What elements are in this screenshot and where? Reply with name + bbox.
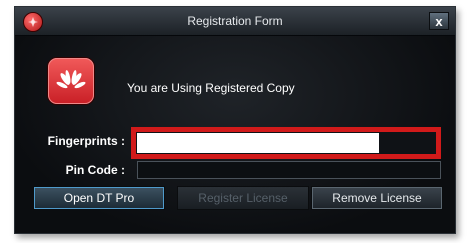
huawei-logo-icon bbox=[48, 58, 94, 104]
fingerprints-field[interactable] bbox=[137, 133, 379, 153]
registration-status: You are Using Registered Copy bbox=[127, 81, 295, 95]
pin-code-field[interactable] bbox=[137, 161, 441, 179]
remove-license-button[interactable]: Remove License bbox=[311, 186, 443, 210]
dialog-body: You are Using Registered Copy Fingerprin… bbox=[15, 36, 455, 233]
register-license-button[interactable]: Register License bbox=[177, 186, 309, 210]
fingerprints-label: Fingerprints : bbox=[47, 134, 125, 148]
pin-code-label: Pin Code : bbox=[65, 163, 125, 177]
close-button[interactable]: x bbox=[429, 12, 449, 30]
close-icon: x bbox=[435, 14, 443, 29]
title-bar: Registration Form x bbox=[15, 7, 455, 36]
window-title: Registration Form bbox=[187, 14, 283, 28]
open-dt-pro-button[interactable]: Open DT Pro bbox=[33, 186, 165, 210]
registration-window: Registration Form x You are Using Regist… bbox=[14, 6, 456, 234]
